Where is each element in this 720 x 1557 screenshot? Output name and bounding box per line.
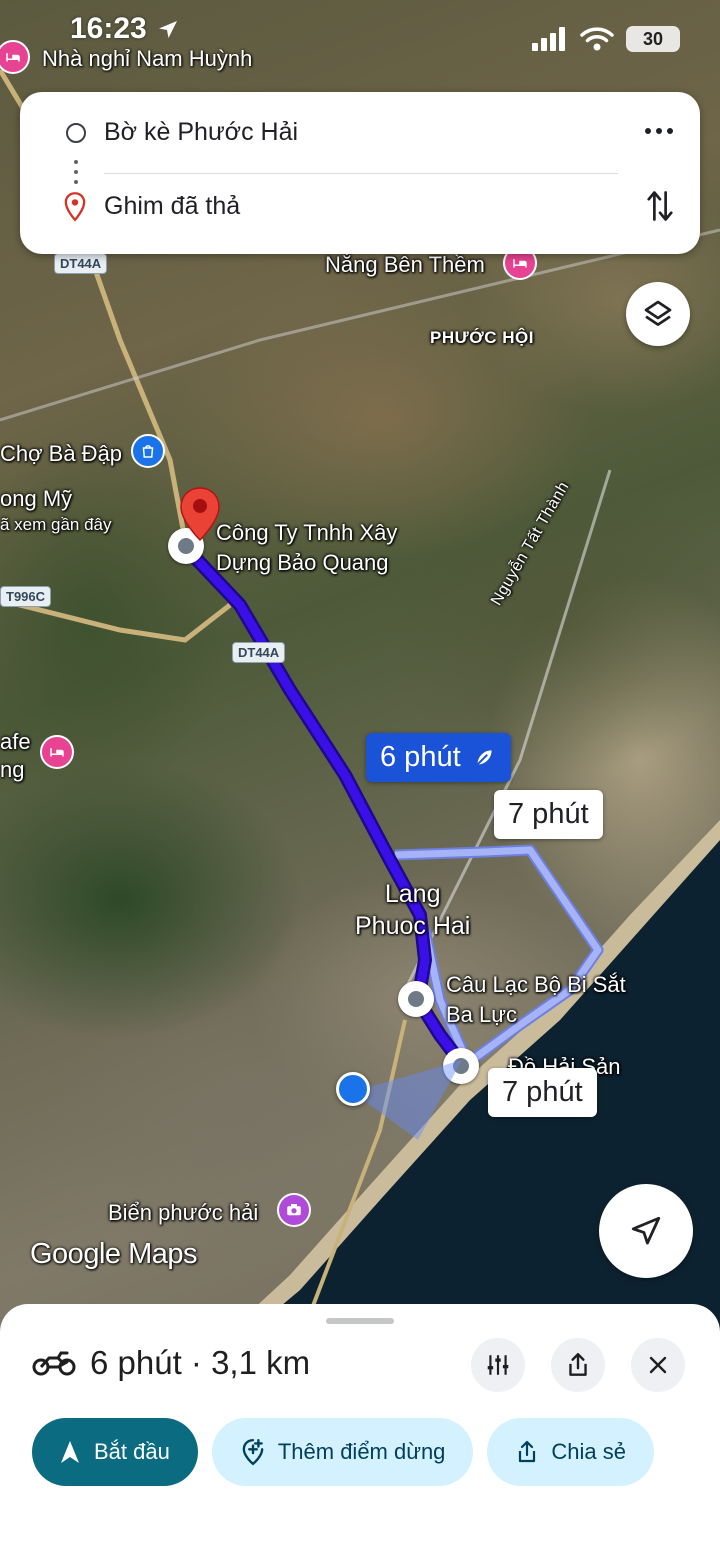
map-label-clb-bi-sat[interactable]: Câu Lạc Bộ Bi Sắt Ba Lực <box>446 970 626 1030</box>
share-icon <box>519 1440 536 1463</box>
dropped-pin-icon[interactable] <box>178 486 222 542</box>
hotel-poi-icon[interactable] <box>40 735 74 769</box>
map-label-nang-ben-them[interactable]: Nắng Bên Thềm <box>325 252 485 278</box>
tune-icon <box>487 1355 509 1375</box>
cellular-signal-icon <box>532 27 565 51</box>
route-callout-alt[interactable]: 7 phút <box>488 1068 597 1117</box>
waypoint-marker[interactable] <box>398 981 434 1017</box>
share-label: Chia sẻ <box>551 1439 627 1464</box>
close-icon <box>649 1356 667 1374</box>
recenter-button[interactable] <box>599 1184 693 1278</box>
map-label-ong-my[interactable]: ong Mỹ <box>0 486 72 512</box>
origin-field[interactable]: Bờ kè Phước Hải <box>104 118 298 147</box>
add-stop-label: Thêm điểm dừng <box>277 1439 446 1464</box>
map-label-recently-viewed: ã xem gần đây <box>0 515 112 534</box>
map-label-cho-ba-dap[interactable]: Chợ Bà Đập <box>0 441 122 467</box>
road-shield-t996c: T996C <box>0 586 52 607</box>
map-label-bien-phuoc-hai[interactable]: Biển phước hải <box>108 1200 258 1226</box>
route-summary-text: 6 phút · 3,1 km <box>90 1344 311 1381</box>
wifi-icon <box>580 27 614 51</box>
add-stop-button[interactable]: Thêm điểm dừng <box>211 1418 474 1486</box>
destination-pin-icon <box>64 192 86 222</box>
camera-poi-icon[interactable] <box>277 1193 311 1227</box>
route-summary: 6 phút · 3,1 km <box>32 1344 310 1382</box>
close-button[interactable] <box>631 1338 685 1392</box>
sheet-drag-handle[interactable] <box>326 1318 394 1324</box>
route-callout-time: 6 phút <box>380 741 461 773</box>
share-icon <box>569 1353 587 1376</box>
road-south <box>298 1019 407 1340</box>
map-label-phuoc-hoi: PHƯỚC HỘI <box>430 328 534 347</box>
destination-row[interactable]: Ghim đã thả <box>20 184 700 244</box>
more-options-icon[interactable] <box>644 124 674 138</box>
destination-field[interactable]: Ghim đã thả <box>104 192 240 221</box>
google-maps-logo: Google Maps <box>30 1238 198 1270</box>
share-chip[interactable]: Chia sẻ <box>487 1418 655 1486</box>
add-location-icon <box>242 1438 264 1466</box>
status-time: 16:23 <box>70 12 147 45</box>
hotel-poi-icon[interactable] <box>0 40 30 74</box>
route-callout-alt[interactable]: 7 phút <box>494 790 603 839</box>
start-navigation-button[interactable]: Bắt đầu <box>32 1418 198 1486</box>
battery-indicator: 30 <box>626 26 680 52</box>
route-options-button[interactable] <box>471 1338 525 1392</box>
my-location-dot <box>336 1072 370 1106</box>
map-label-lang-phuoc-hai: Lang Phuoc Hai <box>355 880 471 940</box>
origin-circle-icon <box>66 123 86 143</box>
share-route-button[interactable] <box>551 1338 605 1392</box>
motorbike-icon <box>32 1351 76 1376</box>
status-bar: 16:23 30 Nhà nghỉ Nam Huỳnh <box>0 0 720 80</box>
map-label-cafe[interactable]: afe ng <box>0 728 31 784</box>
divider <box>104 173 618 174</box>
origin-row[interactable]: Bờ kè Phước Hải <box>20 102 700 162</box>
swap-directions-icon[interactable] <box>646 188 674 224</box>
layers-button[interactable] <box>626 282 690 346</box>
location-arrow-icon <box>159 21 177 38</box>
shopping-poi-icon[interactable] <box>131 434 165 468</box>
navigation-arrow-icon <box>631 1216 661 1245</box>
action-chips: Bắt đầu Thêm điểm dừng Chia sẻ <box>32 1418 655 1486</box>
map-label-company[interactable]: Công Ty Tnhh Xây Dựng Bảo Quang <box>216 518 397 578</box>
road-shield-dt44a: DT44A <box>232 642 286 663</box>
eco-leaf-icon <box>475 747 494 767</box>
route-callout-primary[interactable]: 6 phút <box>366 733 511 782</box>
start-label: Bắt đầu <box>94 1439 170 1464</box>
map-label-nha-nghi[interactable]: Nhà nghỉ Nam Huỳnh <box>42 46 252 72</box>
route-bottom-sheet: 6 phút · 3,1 km Bắt đầu Thêm điểm dừng C… <box>0 1304 720 1557</box>
navigation-icon <box>61 1441 79 1463</box>
road-shield-dt44a: DT44A <box>54 253 108 274</box>
layers-icon <box>644 300 672 326</box>
directions-card: Bờ kè Phước Hải Ghim đã thả <box>20 92 700 254</box>
